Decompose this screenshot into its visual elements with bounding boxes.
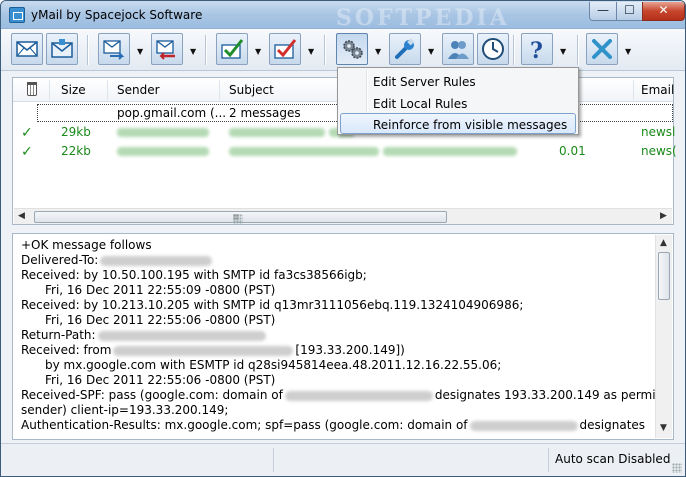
row-sender-redacted xyxy=(117,144,209,158)
group-subject: 2 messages xyxy=(229,106,301,120)
menu-item-edit-local-rules[interactable]: Edit Local Rules xyxy=(340,92,576,113)
scroll-right-icon[interactable]: ▶ xyxy=(660,211,667,221)
column-subject[interactable]: Subject xyxy=(229,83,274,97)
column-divider[interactable] xyxy=(219,80,220,100)
scroll-thumb[interactable] xyxy=(658,252,670,300)
gears-icon[interactable] xyxy=(336,33,368,65)
body-line: +OK message follows xyxy=(21,238,152,252)
body-line: Received: by 10.50.100.195 with SMTP id … xyxy=(21,268,367,282)
wrench-dropdown[interactable]: ▼ xyxy=(428,47,434,56)
svg-text:?: ? xyxy=(530,38,543,61)
scroll-thumb[interactable]: ||| xyxy=(34,211,447,224)
toolbar-separator xyxy=(577,35,578,65)
row-sender-redacted xyxy=(117,125,209,139)
row-email: news( xyxy=(641,144,677,158)
rules-context-menu: Edit Server Rules Edit Local Rules Reinf… xyxy=(337,67,579,135)
column-email[interactable]: Email xyxy=(641,83,674,97)
auto-scan-status: Auto scan Disabled xyxy=(555,452,671,466)
contacts-icon[interactable] xyxy=(442,33,474,65)
scroll-left-icon[interactable]: ◀ xyxy=(18,211,25,221)
mail-open-icon[interactable] xyxy=(46,33,78,65)
table-row[interactable]: ✓ 22kb 0.01 news( xyxy=(13,142,677,160)
body-line: Received: by 10.213.10.205 with SMTP id … xyxy=(21,298,524,312)
status-panel xyxy=(274,448,549,472)
row-size: 29kb xyxy=(61,125,91,139)
body-line: Fri, 16 Dec 2011 22:55:06 -0800 (PST) xyxy=(45,313,276,327)
green-rules-dropdown[interactable]: ▼ xyxy=(255,47,261,56)
red-rules-dropdown[interactable]: ▼ xyxy=(308,47,314,56)
exit-dropdown[interactable]: ▼ xyxy=(625,47,631,56)
row-subject-redacted xyxy=(229,125,355,139)
column-divider[interactable] xyxy=(49,80,50,100)
red-checkmark-rules-icon[interactable] xyxy=(269,33,301,65)
group-sender: pop.gmail.com (... xyxy=(117,106,227,120)
send-receive-dropdown[interactable]: ▼ xyxy=(137,47,143,56)
column-size[interactable]: Size xyxy=(61,83,86,97)
body-line: Fri, 16 Dec 2011 22:55:06 -0800 (PST) xyxy=(45,373,276,387)
delete-mail-dropdown[interactable]: ▼ xyxy=(190,47,196,56)
minimize-button[interactable]: — xyxy=(589,2,617,21)
column-divider[interactable] xyxy=(107,80,108,100)
send-receive-icon[interactable] xyxy=(98,33,130,65)
help-icon[interactable]: ? xyxy=(521,33,553,65)
window-title: yMail by Spacejock Software xyxy=(31,8,203,22)
close-button[interactable]: ✕ xyxy=(642,2,685,21)
menu-item-reinforce-visible[interactable]: Reinforce from visible messages xyxy=(340,113,576,134)
scroll-grip: ||| xyxy=(233,214,243,224)
toolbar-separator xyxy=(87,35,88,65)
status-bar: Auto scan Disabled xyxy=(1,443,685,476)
row-size: 22kb xyxy=(61,144,91,158)
delete-mail-icon[interactable] xyxy=(151,33,183,65)
body-line: Return-Path: xyxy=(21,328,268,342)
toolbar-separator xyxy=(513,35,514,65)
toolbar-separator xyxy=(205,35,206,65)
trash-icon[interactable] xyxy=(27,82,37,96)
row-subject-redacted xyxy=(229,144,517,158)
body-line: Fri, 16 Dec 2011 22:55:09 -0800 (PST) xyxy=(45,283,276,297)
toolbar-separator xyxy=(324,35,325,65)
message-body[interactable]: +OK message follows Delivered-To: Receiv… xyxy=(12,233,674,440)
app-icon[interactable] xyxy=(9,7,25,23)
maximize-button[interactable]: ☐ xyxy=(616,2,643,21)
body-line: by mx.google.com with ESMTP id q28si9458… xyxy=(45,358,502,372)
watermark-text: SOFTPEDIA xyxy=(336,5,510,31)
column-sender[interactable]: Sender xyxy=(117,83,160,97)
body-line: sender) client-ip=193.33.200.149; xyxy=(21,403,229,417)
column-divider[interactable] xyxy=(633,80,634,100)
exit-icon[interactable] xyxy=(586,33,618,65)
toolbar: ▼ ▼ ▼ ▼ ▼ ▼ ? ▼ ▼ xyxy=(1,29,685,71)
wrench-icon[interactable] xyxy=(389,33,421,65)
app-window: yMail by Spacejock Software SOFTPEDIA — … xyxy=(0,0,686,477)
status-panel xyxy=(1,448,274,472)
vertical-scrollbar[interactable]: ▲ ▼ xyxy=(655,235,672,438)
horizontal-scrollbar[interactable]: ◀ ||| ▶ xyxy=(14,208,672,224)
row-extra: 0.01 xyxy=(559,144,586,158)
body-line: Delivered-To: xyxy=(21,253,214,267)
title-bar[interactable]: yMail by Spacejock Software SOFTPEDIA — … xyxy=(1,1,685,31)
rules-menu-dropdown[interactable]: ▼ xyxy=(375,47,381,56)
body-line: Received-SPF: pass (google.com: domain o… xyxy=(21,388,674,402)
clock-icon[interactable] xyxy=(477,33,509,65)
help-dropdown[interactable]: ▼ xyxy=(560,47,566,56)
scroll-down-icon[interactable]: ▼ xyxy=(660,423,667,433)
mail-icon[interactable] xyxy=(11,33,43,65)
menu-item-edit-server-rules[interactable]: Edit Server Rules xyxy=(340,70,576,91)
row-email: newsl xyxy=(641,125,676,139)
checkmark-icon: ✓ xyxy=(21,125,33,141)
resize-grip[interactable] xyxy=(672,463,682,473)
green-checkmark-rules-icon[interactable] xyxy=(216,33,248,65)
body-line: Received: from [193.33.200.149]) xyxy=(21,343,405,357)
checkmark-icon: ✓ xyxy=(21,144,33,160)
scroll-up-icon[interactable]: ▲ xyxy=(660,238,667,248)
body-line: Authentication-Results: mx.google.com; s… xyxy=(21,418,646,432)
